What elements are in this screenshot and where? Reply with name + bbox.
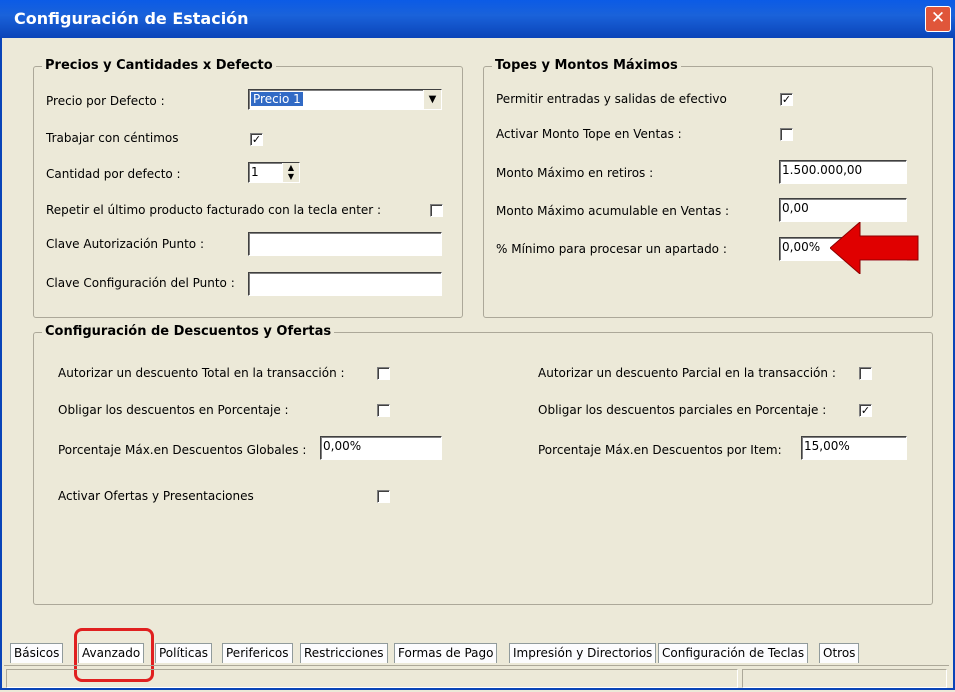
activar-label: Activar Monto Tope en Ventas :: [496, 127, 682, 141]
permitir-label: Permitir entradas y salidas de efectivo: [496, 92, 727, 106]
retiros-input[interactable]: 1.500.000,00: [779, 160, 907, 184]
centimos-label: Trabajar con céntimos: [46, 131, 179, 145]
apartado-label: % Mínimo para procesar un apartado :: [496, 242, 727, 256]
clave-aut-input[interactable]: [248, 232, 442, 256]
ofertas-checkbox[interactable]: [377, 490, 390, 503]
obligar-checkbox[interactable]: [377, 404, 390, 417]
clave-conf-input[interactable]: [248, 272, 442, 296]
obligar-parciales-label: Obligar los descuentos parciales en Porc…: [538, 403, 827, 417]
chevron-down-icon[interactable]: ▼: [423, 90, 441, 109]
ofertas-label: Activar Ofertas y Presentaciones: [58, 489, 254, 503]
tab-restricciones[interactable]: Restricciones: [300, 643, 388, 663]
tab-impresion-directorios[interactable]: Impresión y Directorios: [509, 643, 657, 663]
clave-conf-label: Clave Configuración del Punto :: [46, 276, 235, 290]
obligar-parciales-checkbox[interactable]: ✓: [859, 404, 872, 417]
status-bar: [4, 665, 949, 688]
precios-legend: Precios y Cantidades x Defecto: [42, 58, 276, 73]
close-icon[interactable]: ✕: [925, 6, 951, 32]
tab-formas-de-pago[interactable]: Formas de Pago: [394, 643, 498, 663]
cantidad-stepper[interactable]: 1 ▲ ▼: [248, 162, 300, 183]
globales-input[interactable]: 0,00%: [320, 436, 442, 460]
parcial-label: Autorizar un descuento Parcial en la tra…: [538, 366, 836, 380]
title-bar[interactable]: Configuración de Estación ✕: [0, 0, 955, 38]
precio-value: Precio 1: [251, 92, 303, 106]
obligar-label: Obligar los descuentos en Porcentaje :: [58, 403, 289, 417]
red-arrow-icon: [830, 222, 919, 274]
parcial-checkbox[interactable]: [859, 367, 872, 380]
acumulable-label: Monto Máximo acumulable en Ventas :: [496, 204, 730, 218]
total-label: Autorizar un descuento Total en la trans…: [58, 366, 345, 380]
descuentos-legend: Configuración de Descuentos y Ofertas: [42, 324, 335, 339]
item-label: Porcentaje Máx.en Descuentos por Item:: [538, 443, 782, 457]
tab-perifericos[interactable]: Perifericos: [222, 643, 293, 663]
permitir-checkbox[interactable]: ✓: [780, 93, 793, 106]
spin-arrows-icon[interactable]: ▲ ▼: [282, 163, 299, 182]
tab-otros[interactable]: Otros: [819, 643, 860, 663]
retiros-label: Monto Máximo en retiros :: [496, 166, 654, 180]
clave-aut-label: Clave Autorización Punto :: [46, 237, 204, 251]
repetir-label: Repetir el último producto facturado con…: [46, 203, 382, 217]
item-input[interactable]: 15,00%: [801, 436, 907, 460]
config-window: Configuración de Estación ✕ Precios y Ca…: [0, 0, 955, 692]
precio-label: Precio por Defecto :: [46, 94, 165, 108]
precio-combo[interactable]: Precio 1 ▼: [248, 89, 442, 110]
tab-configuracion-teclas[interactable]: Configuración de Teclas: [658, 643, 809, 663]
status-cell: [6, 669, 738, 688]
cantidad-label: Cantidad por defecto :: [46, 167, 181, 181]
window-title: Configuración de Estación: [14, 9, 249, 28]
tab-basicos[interactable]: Básicos: [10, 643, 64, 663]
tab-politicas[interactable]: Políticas: [155, 643, 213, 663]
total-checkbox[interactable]: [377, 367, 390, 380]
globales-label: Porcentaje Máx.en Descuentos Globales :: [58, 443, 307, 457]
status-cell: [742, 669, 947, 688]
activar-checkbox[interactable]: [780, 128, 793, 141]
cantidad-value: 1: [251, 165, 259, 179]
topes-legend: Topes y Montos Máximos: [492, 58, 681, 73]
repetir-checkbox[interactable]: [430, 204, 443, 217]
acumulable-input[interactable]: 0,00: [779, 198, 907, 222]
centimos-checkbox[interactable]: ✓: [250, 133, 263, 146]
